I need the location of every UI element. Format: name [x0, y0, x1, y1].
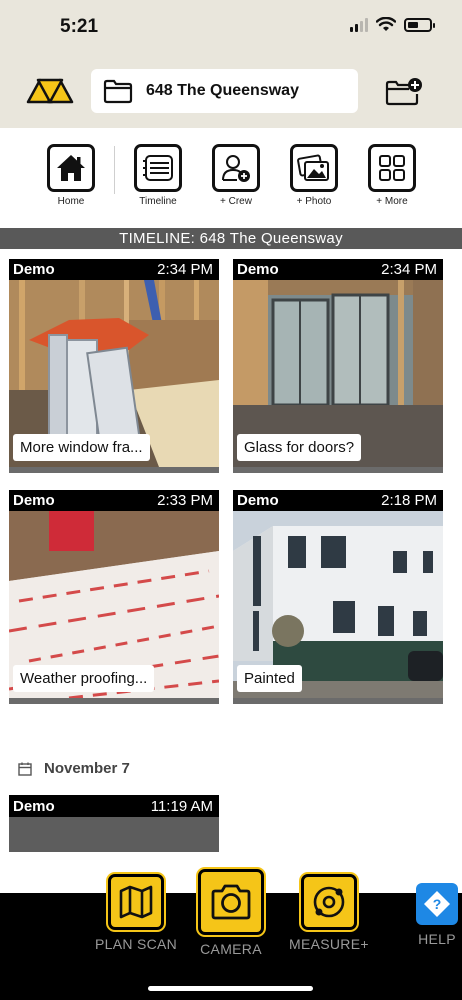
toolbar-more[interactable]: + More — [357, 144, 427, 207]
card-photo[interactable] — [9, 817, 219, 852]
card-time: 2:34 PM — [381, 261, 437, 278]
card-time: 2:18 PM — [381, 492, 437, 509]
card-header: Demo 2:34 PM — [9, 259, 219, 280]
timeline-title: TIMELINE: 648 The Queensway — [119, 230, 343, 247]
card-header: Demo 2:34 PM — [233, 259, 443, 280]
toolbar: Home Timeline + Crew + Photo + More — [0, 128, 462, 226]
folder-plus-icon[interactable] — [385, 76, 423, 106]
card-header: Demo 2:18 PM — [233, 490, 443, 511]
timeline-banner: TIMELINE: 648 The Queensway — [0, 228, 462, 249]
toolbar-timeline[interactable]: Timeline — [123, 144, 193, 207]
toolbar-home[interactable]: Home — [36, 144, 106, 207]
bottom-nav: PLAN SCAN CAMERA MEASURE+ ? HELP — [0, 869, 462, 1000]
measure-label: MEASURE+ — [289, 936, 369, 952]
header-area: 5:21 648 The Queensway — [0, 0, 462, 128]
plan-scan-button[interactable]: PLAN SCAN — [95, 874, 177, 952]
toolbar-add-photo[interactable]: + Photo — [279, 144, 349, 207]
card-time: 2:33 PM — [157, 492, 213, 509]
map-icon — [119, 885, 153, 919]
wifi-icon — [376, 17, 396, 31]
toolbar-timeline-label: Timeline — [139, 196, 177, 207]
card-caption: Weather proofing... — [13, 665, 155, 692]
home-icon — [57, 155, 85, 181]
card-time: 11:19 AM — [150, 797, 213, 815]
timeline-icon — [143, 155, 173, 181]
timeline-card[interactable]: Demo 2:18 PM Painted — [233, 490, 443, 704]
card-header: Demo 2:33 PM — [9, 490, 219, 511]
camera-icon — [211, 884, 251, 920]
folder-icon — [103, 79, 133, 104]
camera-button[interactable]: CAMERA — [198, 869, 264, 957]
signal-icon — [350, 17, 368, 32]
home-indicator[interactable] — [148, 986, 313, 991]
card-photo[interactable]: Painted — [233, 511, 443, 698]
toolbar-divider — [114, 146, 115, 194]
grid-icon — [379, 155, 405, 181]
card-time: 2:34 PM — [157, 261, 213, 278]
plan-scan-label: PLAN SCAN — [95, 936, 178, 952]
timeline-card[interactable]: Demo 2:33 PM Weather proofing... — [9, 490, 219, 704]
card-user: Demo — [237, 261, 279, 278]
measure-icon — [313, 886, 345, 918]
calendar-icon — [18, 762, 32, 776]
toolbar-photo-label: + Photo — [296, 196, 332, 207]
date-header: November 7 — [18, 760, 130, 777]
help-icon: ? — [424, 891, 450, 917]
project-name: 648 The Queensway — [146, 82, 299, 99]
toolbar-more-label: + More — [376, 196, 408, 207]
timeline-card[interactable]: Demo 2:34 PM More window fra... — [9, 259, 219, 473]
help-button[interactable]: ? HELP — [416, 883, 458, 947]
card-photo[interactable]: Weather proofing... — [9, 511, 219, 698]
card-user: Demo — [13, 797, 55, 815]
card-caption: More window fra... — [13, 434, 150, 461]
photos-icon — [297, 154, 329, 181]
status-icons — [350, 17, 435, 32]
timeline-card[interactable]: Demo 11:19 AM — [9, 795, 219, 852]
svg-text:?: ? — [433, 896, 442, 912]
toolbar-add-crew[interactable]: + Crew — [201, 144, 271, 207]
toolbar-crew-label: + Crew — [220, 196, 252, 207]
card-header: Demo 11:19 AM — [9, 795, 219, 817]
add-user-icon — [222, 155, 250, 182]
help-label: HELP — [418, 931, 456, 947]
timeline-card[interactable]: Demo 2:34 PM Glass for doors? — [233, 259, 443, 473]
card-user: Demo — [13, 261, 55, 278]
battery-icon — [404, 17, 435, 32]
card-user: Demo — [237, 492, 279, 509]
project-selector[interactable]: 648 The Queensway — [91, 69, 358, 113]
card-photo[interactable]: Glass for doors? — [233, 280, 443, 467]
card-photo[interactable]: More window fra... — [9, 280, 219, 467]
card-caption: Painted — [237, 665, 302, 692]
measure-button[interactable]: MEASURE+ — [289, 874, 369, 952]
card-user: Demo — [13, 492, 55, 509]
triangles-logo-icon[interactable] — [26, 76, 74, 104]
toolbar-home-label: Home — [57, 196, 85, 207]
date-label: November 7 — [44, 760, 130, 777]
status-time: 5:21 — [60, 16, 99, 37]
card-caption: Glass for doors? — [237, 434, 362, 461]
camera-label: CAMERA — [200, 941, 262, 957]
